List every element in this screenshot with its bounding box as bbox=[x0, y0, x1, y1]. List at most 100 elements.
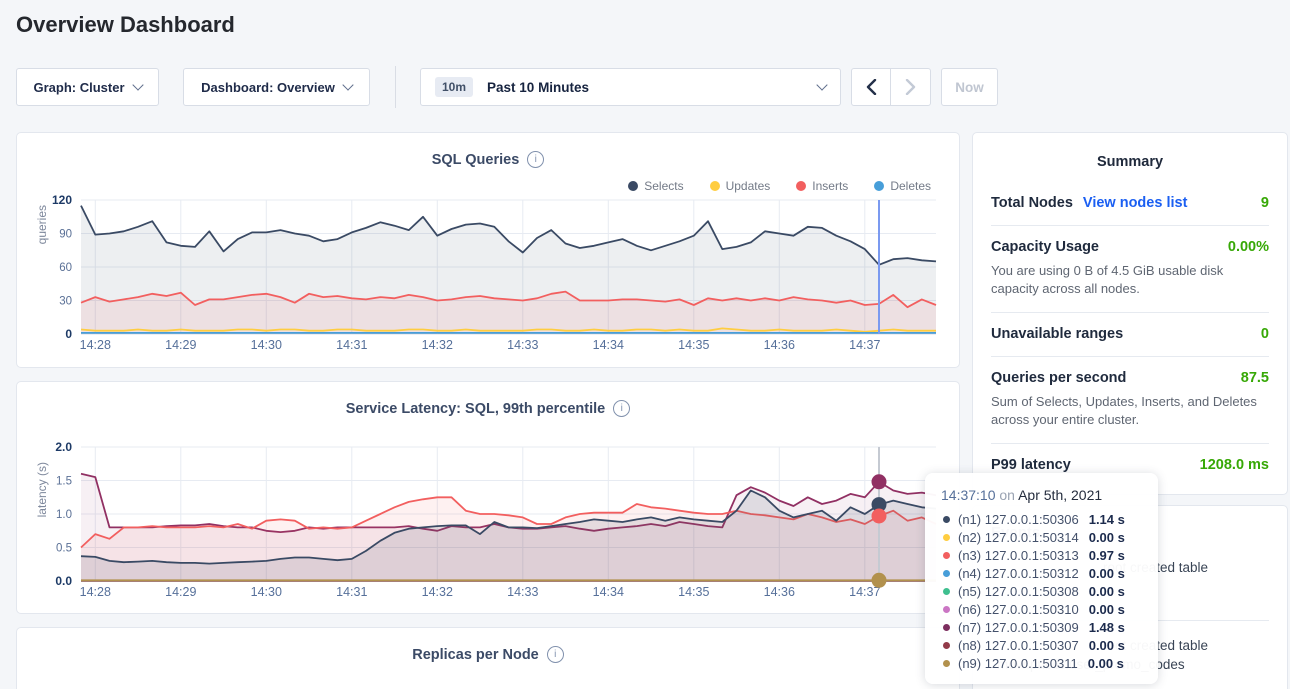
node-color-dot-icon bbox=[943, 534, 950, 541]
summary-row-unavailable: Unavailable ranges 0 bbox=[991, 313, 1269, 357]
service-latency-card: Service Latency: SQL, 99th percentile i … bbox=[16, 381, 960, 614]
tooltip-node-row: (n6) 127.0.0.1:503100.00 s bbox=[941, 600, 1142, 618]
node-color-dot-icon bbox=[943, 642, 950, 649]
chart-legend: Selects Updates Inserts Deletes bbox=[628, 179, 931, 193]
p99-latency-label: P99 latency bbox=[991, 457, 1071, 473]
svg-text:14:30: 14:30 bbox=[251, 338, 282, 352]
dashboard-dropdown-label: Dashboard: Overview bbox=[201, 80, 335, 95]
info-icon[interactable]: i bbox=[547, 646, 564, 663]
svg-text:14:28: 14:28 bbox=[80, 585, 111, 599]
svg-text:14:37: 14:37 bbox=[849, 338, 880, 352]
chevron-down-icon bbox=[342, 79, 353, 90]
svg-text:1.5: 1.5 bbox=[56, 476, 72, 488]
capacity-usage-label: Capacity Usage bbox=[991, 239, 1099, 255]
tooltip-node-row: (n7) 127.0.0.1:503091.48 s bbox=[941, 618, 1142, 636]
legend-dot-icon bbox=[710, 181, 720, 191]
time-prev-button[interactable] bbox=[851, 68, 891, 106]
node-color-dot-icon bbox=[943, 570, 950, 577]
summary-row-capacity: Capacity Usage 0.00% You are using 0 B o… bbox=[991, 226, 1269, 313]
info-icon[interactable]: i bbox=[613, 400, 630, 417]
service-latency-chart[interactable]: 14:2814:2914:3014:3114:3214:3314:3414:35… bbox=[17, 442, 953, 600]
chevron-down-icon bbox=[132, 79, 143, 90]
chevron-down-icon bbox=[816, 79, 827, 90]
time-next-button[interactable] bbox=[890, 68, 931, 106]
summary-title: Summary bbox=[991, 154, 1269, 170]
legend-item-selects[interactable]: Selects bbox=[628, 179, 683, 193]
node-color-dot-icon bbox=[943, 606, 950, 613]
svg-text:14:35: 14:35 bbox=[678, 338, 709, 352]
tooltip-node-row: (n1) 127.0.0.1:503061.14 s bbox=[941, 510, 1142, 528]
svg-text:2.0: 2.0 bbox=[55, 442, 72, 454]
time-range-dropdown[interactable]: 10m Past 10 Minutes bbox=[420, 68, 841, 106]
svg-text:14:34: 14:34 bbox=[593, 338, 624, 352]
total-nodes-value: 9 bbox=[1261, 195, 1269, 211]
legend-dot-icon bbox=[874, 181, 884, 191]
svg-text:0.5: 0.5 bbox=[56, 543, 72, 555]
svg-text:0: 0 bbox=[65, 327, 72, 341]
svg-text:60: 60 bbox=[59, 262, 72, 274]
chevron-left-icon bbox=[866, 79, 877, 95]
dashboard-dropdown[interactable]: Dashboard: Overview bbox=[183, 68, 370, 106]
overview-dashboard-page: Overview Dashboard Graph: Cluster Dashbo… bbox=[0, 0, 1290, 689]
time-range-label: Past 10 Minutes bbox=[487, 80, 589, 95]
unavailable-ranges-label: Unavailable ranges bbox=[991, 326, 1123, 342]
svg-text:1.0: 1.0 bbox=[56, 509, 72, 521]
p99-latency-value: 1208.0 ms bbox=[1200, 457, 1269, 473]
svg-text:30: 30 bbox=[59, 296, 72, 308]
view-nodes-list-link[interactable]: View nodes list bbox=[1083, 195, 1188, 211]
capacity-usage-desc: You are using 0 B of 4.5 GiB usable disk… bbox=[991, 262, 1269, 298]
tooltip-node-row: (n4) 127.0.0.1:503120.00 s bbox=[941, 564, 1142, 582]
legend-item-updates[interactable]: Updates bbox=[710, 179, 771, 193]
node-color-dot-icon bbox=[943, 624, 950, 631]
graph-dropdown[interactable]: Graph: Cluster bbox=[16, 68, 159, 106]
node-color-dot-icon bbox=[943, 552, 950, 559]
node-color-dot-icon bbox=[943, 588, 950, 595]
now-button[interactable]: Now bbox=[941, 68, 998, 106]
legend-item-deletes[interactable]: Deletes bbox=[874, 179, 931, 193]
svg-text:14:35: 14:35 bbox=[678, 585, 709, 599]
node-color-dot-icon bbox=[943, 660, 950, 667]
tooltip-node-row: (n5) 127.0.0.1:503080.00 s bbox=[941, 582, 1142, 600]
summary-row-qps: Queries per second 87.5 Sum of Selects, … bbox=[991, 357, 1269, 444]
total-nodes-label: Total Nodes bbox=[991, 195, 1073, 211]
chart-title: Replicas per Node bbox=[412, 647, 539, 663]
queries-per-second-label: Queries per second bbox=[991, 370, 1126, 386]
legend-dot-icon bbox=[796, 181, 806, 191]
sql-queries-card: SQL Queries i Selects Updates Inserts Delet… bbox=[16, 132, 960, 368]
chart-title: SQL Queries bbox=[432, 152, 520, 168]
now-button-label: Now bbox=[955, 80, 984, 95]
tooltip-node-row: (n2) 127.0.0.1:503140.00 s bbox=[941, 528, 1142, 546]
svg-text:14:29: 14:29 bbox=[165, 585, 196, 599]
unavailable-ranges-value: 0 bbox=[1261, 326, 1269, 342]
svg-text:14:36: 14:36 bbox=[764, 338, 795, 352]
svg-text:14:31: 14:31 bbox=[336, 585, 367, 599]
summary-panel: Summary Total Nodes View nodes list 9 Ca… bbox=[972, 132, 1288, 495]
svg-text:14:28: 14:28 bbox=[80, 338, 111, 352]
svg-text:14:33: 14:33 bbox=[507, 338, 538, 352]
node-color-dot-icon bbox=[943, 516, 950, 523]
tooltip-node-list: (n1) 127.0.0.1:503061.14 s(n2) 127.0.0.1… bbox=[941, 510, 1142, 672]
tooltip-node-row: (n9) 127.0.0.1:503110.00 s bbox=[941, 654, 1142, 672]
tooltip-timestamp: 14:37:10 on Apr 5th, 2021 bbox=[941, 487, 1142, 503]
svg-text:14:33: 14:33 bbox=[507, 585, 538, 599]
svg-text:14:37: 14:37 bbox=[849, 585, 880, 599]
legend-item-inserts[interactable]: Inserts bbox=[796, 179, 848, 193]
summary-row-total-nodes: Total Nodes View nodes list 9 bbox=[991, 182, 1269, 226]
page-title: Overview Dashboard bbox=[16, 12, 235, 38]
replicas-per-node-card: Replicas per Node i bbox=[16, 627, 960, 689]
capacity-usage-value: 0.00% bbox=[1228, 239, 1269, 255]
tooltip-node-row: (n3) 127.0.0.1:503130.97 s bbox=[941, 546, 1142, 564]
queries-per-second-desc: Sum of Selects, Updates, Inserts, and De… bbox=[991, 393, 1269, 429]
svg-text:14:29: 14:29 bbox=[165, 338, 196, 352]
queries-per-second-value: 87.5 bbox=[1241, 370, 1269, 386]
sql-queries-chart[interactable]: 14:2814:2914:3014:3114:3214:3314:3414:35… bbox=[17, 195, 953, 353]
svg-text:14:30: 14:30 bbox=[251, 585, 282, 599]
svg-text:14:34: 14:34 bbox=[593, 585, 624, 599]
svg-text:120: 120 bbox=[52, 195, 72, 207]
tooltip-node-row: (n8) 127.0.0.1:503070.00 s bbox=[941, 636, 1142, 654]
svg-text:14:32: 14:32 bbox=[422, 338, 453, 352]
svg-text:14:36: 14:36 bbox=[764, 585, 795, 599]
info-icon[interactable]: i bbox=[527, 151, 544, 168]
legend-dot-icon bbox=[628, 181, 638, 191]
chart-title: Service Latency: SQL, 99th percentile bbox=[346, 401, 606, 417]
